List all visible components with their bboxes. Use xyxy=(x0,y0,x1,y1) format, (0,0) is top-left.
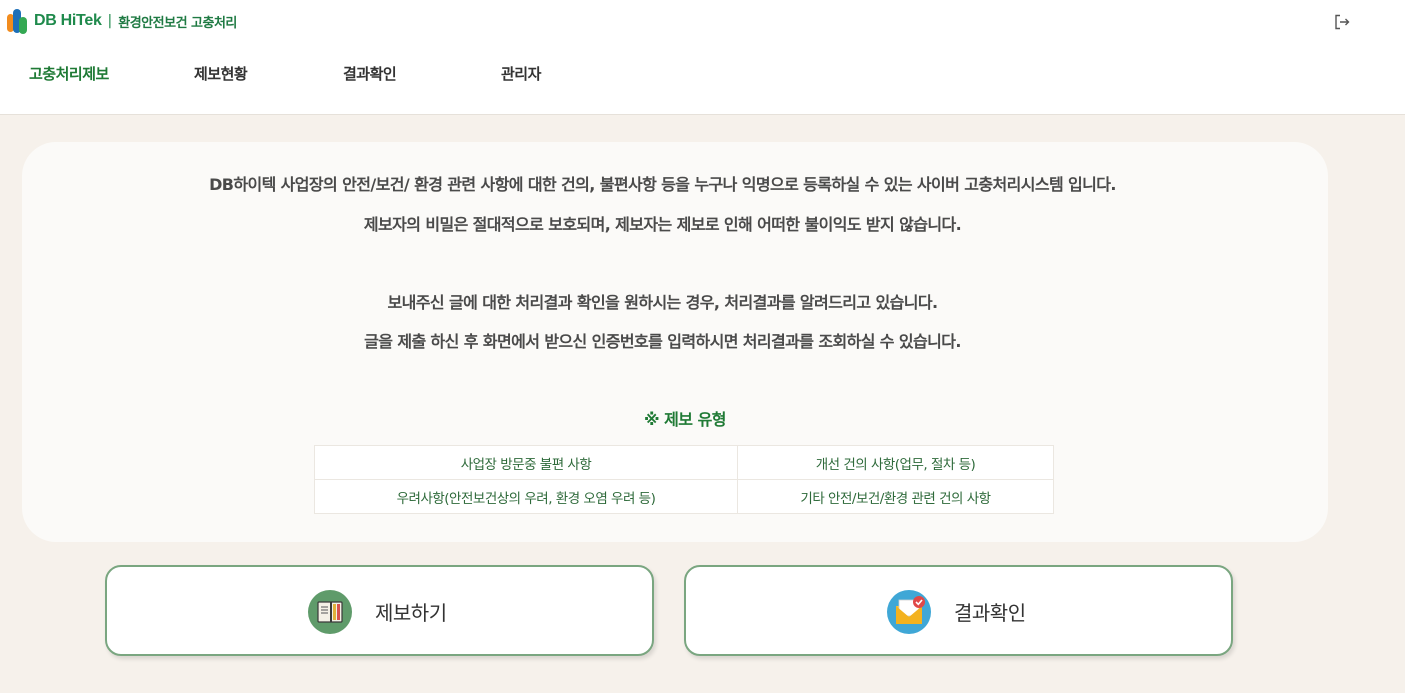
table-row: 사업장 방문중 불편 사항 개선 건의 사항(업무, 절차 등) xyxy=(314,445,1054,480)
table-cell: 사업장 방문중 불편 사항 xyxy=(314,445,738,480)
brand-subtitle: 환경안전보건 고충처리 xyxy=(118,15,237,31)
nav-item-report[interactable]: 고충처리제보 xyxy=(29,63,109,84)
result-check-button-label: 결과확인 xyxy=(954,601,1026,625)
intro-line-2: 제보자의 비밀은 절대적으로 보호되며, 제보자는 제보로 인해 어떠한 불이익… xyxy=(363,215,962,234)
intro-line-4: 글을 제출 하신 후 화면에서 받으신 인증번호를 입력하시면 처리결과를 조회… xyxy=(364,332,961,351)
report-types-table: 사업장 방문중 불편 사항 개선 건의 사항(업무, 절차 등) 우려사항(안전… xyxy=(314,445,1054,514)
brand-name: DB HiTek xyxy=(34,12,102,29)
report-button[interactable]: 제보하기 xyxy=(105,565,654,656)
table-cell: 기타 안전/보건/환경 관련 건의 사항 xyxy=(737,479,1054,514)
intro-line-3: 보내주신 글에 대한 처리결과 확인을 원하시는 경우, 처리결과를 알려드리고… xyxy=(387,293,939,312)
envelope-check-icon xyxy=(887,590,931,634)
brand-logo[interactable]: DB HiTek | 환경안전보건 고충처리 xyxy=(6,6,237,36)
notebook-icon xyxy=(308,590,352,634)
db-hitek-logo-icon xyxy=(7,9,27,34)
table-cell: 개선 건의 사항(업무, 절차 등) xyxy=(737,445,1054,480)
top-header: DB HiTek | 환경안전보건 고충처리 고충처리제보 제보현황 결과확인 … xyxy=(0,0,1405,115)
brand-separator: | xyxy=(107,13,113,29)
table-row: 우려사항(안전보건상의 우려, 환경 오염 우려 등) 기타 안전/보건/환경 … xyxy=(314,479,1054,514)
nav-item-status[interactable]: 제보현황 xyxy=(194,63,248,84)
result-check-button[interactable]: 결과확인 xyxy=(684,565,1233,656)
logout-icon[interactable] xyxy=(1333,13,1351,31)
intro-line-1: DB하이텍 사업장의 안전/보건/ 환경 관련 사항에 대한 건의, 불편사항 … xyxy=(209,175,1116,194)
table-cell: 우려사항(안전보건상의 우려, 환경 오염 우려 등) xyxy=(314,479,738,514)
nav-item-result[interactable]: 결과확인 xyxy=(343,63,397,84)
report-button-label: 제보하기 xyxy=(375,601,447,625)
nav-item-admin[interactable]: 관리자 xyxy=(501,63,541,84)
report-types-title: ※ 제보 유형 xyxy=(643,410,727,429)
